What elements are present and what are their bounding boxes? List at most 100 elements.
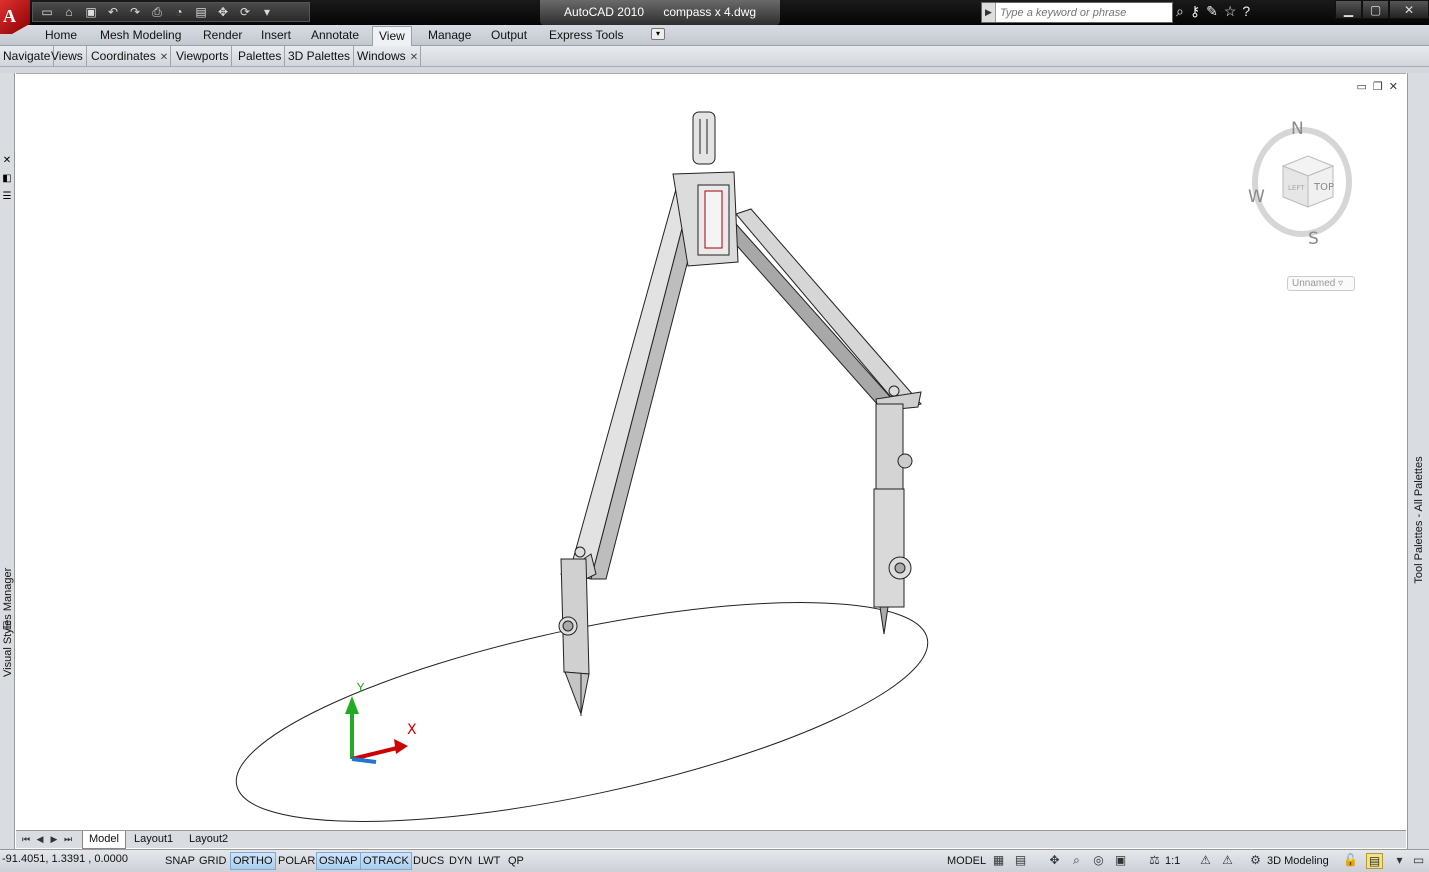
viewcube[interactable]: N W S TOP LEFT	[1248, 119, 1363, 249]
viewport-close-icon[interactable]: ✕	[1389, 80, 1398, 93]
pan-icon[interactable]: ✥	[1046, 853, 1063, 869]
annotation-scale-icon[interactable]: ⚖	[1146, 853, 1163, 869]
otrack-toggle[interactable]: OTRACK	[360, 852, 412, 870]
dropdown-icon[interactable]: ▾	[257, 4, 277, 20]
favorites-star-icon[interactable]: ☆	[1224, 3, 1237, 20]
coordinate-display[interactable]: -91.4051, 1.3391 , 0.0000	[2, 853, 128, 865]
open-icon[interactable]: ⌂	[59, 4, 79, 20]
tab-insert[interactable]: Insert	[255, 26, 297, 46]
auto-scale-icon[interactable]: ⚠	[1219, 853, 1236, 869]
zoom-icon[interactable]: ⌕	[1068, 853, 1085, 869]
steeringwheel-icon[interactable]: ◎	[1090, 853, 1107, 869]
panel-close-icon[interactable]: ✕	[410, 52, 418, 63]
tab-render[interactable]: Render	[197, 26, 248, 46]
ucs-x-label: X	[407, 722, 417, 738]
auto-hide-icon[interactable]: ◧	[1, 173, 13, 185]
panel-close-icon[interactable]: ✕	[160, 52, 168, 63]
osnap-toggle[interactable]: OSNAP	[316, 852, 361, 870]
annotation-visibility-icon[interactable]: ⚠	[1197, 853, 1214, 869]
compass-north-label[interactable]: N	[1291, 119, 1304, 139]
next-layout-icon[interactable]: ▶	[48, 833, 60, 846]
tab-model[interactable]: Model	[82, 831, 126, 849]
viewcube-cube[interactable]: TOP LEFT	[1278, 154, 1338, 209]
ucs-menu[interactable]: Unnamed ▿	[1287, 276, 1355, 291]
lwt-toggle[interactable]: LWT	[475, 852, 503, 870]
new-icon[interactable]: ▭	[37, 4, 57, 20]
tab-home[interactable]: Home	[39, 26, 83, 46]
minimize-button[interactable]: ▁	[1335, 0, 1362, 19]
binoculars-icon[interactable]: ⌕	[1176, 3, 1184, 20]
close-icon[interactable]: ✕	[1, 155, 13, 167]
infocenter-search: ▶	[981, 2, 1173, 23]
panel-3d-palettes[interactable]: 3D Palettes	[285, 46, 355, 67]
ducs-toggle[interactable]: DUCS	[410, 852, 447, 870]
properties-icon[interactable]: ☰	[1, 191, 13, 203]
search-expand-arrow-icon[interactable]: ▶	[982, 3, 996, 22]
subscription-center-icon[interactable]: ⚷	[1190, 3, 1200, 20]
ucs-name: Unnamed	[1292, 278, 1336, 289]
search-input[interactable]	[996, 6, 1166, 19]
tab-layout2[interactable]: Layout2	[183, 831, 234, 849]
tab-mesh-modeling[interactable]: Mesh Modeling	[94, 26, 187, 46]
viewport-restore-icon[interactable]: ❐	[1373, 80, 1383, 93]
viewcube-left-face[interactable]: LEFT	[1288, 184, 1305, 192]
lock-icon[interactable]: 🔓	[1342, 853, 1359, 869]
tab-annotate[interactable]: Annotate	[305, 26, 365, 46]
last-layout-icon[interactable]: ⏭	[62, 833, 74, 846]
showmotion-icon[interactable]: ▣	[1112, 853, 1129, 869]
previous-layout-icon[interactable]: ◀	[34, 833, 46, 846]
visual-style-icon: ◫	[2, 620, 12, 631]
quick-view-layouts-icon[interactable]: ▦	[990, 853, 1007, 869]
viewcube-top-face[interactable]: TOP	[1313, 182, 1334, 193]
panel-views[interactable]: Views	[48, 46, 87, 67]
compass-west-label[interactable]: W	[1248, 187, 1265, 207]
hardware-acceleration-icon[interactable]: ▤	[1366, 853, 1383, 869]
orbit-icon[interactable]: ⟳	[235, 4, 255, 20]
panel-palettes[interactable]: Palettes	[235, 46, 286, 67]
batch-plot-icon[interactable]: ▤	[191, 4, 211, 20]
tab-view[interactable]: View	[372, 26, 412, 46]
first-layout-icon[interactable]: ⏮	[20, 833, 32, 846]
tab-layout1[interactable]: Layout1	[128, 831, 179, 849]
snap-toggle[interactable]: SNAP	[162, 852, 198, 870]
save-icon[interactable]: ▣	[81, 4, 101, 20]
quick-view-drawings-icon[interactable]: ▤	[1012, 853, 1029, 869]
model-viewport[interactable]: Y X ▭ ❐ ✕ N W S TOP LEFT Unnamed ▿	[16, 73, 1406, 830]
dyn-toggle[interactable]: DYN	[446, 852, 475, 870]
ortho-toggle[interactable]: ORTHO	[230, 852, 276, 870]
close-button[interactable]: ✕	[1389, 0, 1429, 19]
tool-palettes-strip[interactable]: Tool Palettes - All Palettes	[1407, 73, 1429, 853]
workspace-gear-icon[interactable]: ⚙	[1247, 853, 1264, 869]
tab-express-tools[interactable]: Express Tools	[543, 26, 629, 46]
panel-windows-label: Windows	[357, 49, 406, 63]
chevron-down-icon: ▿	[1338, 278, 1344, 289]
status-menu-icon[interactable]: ▾	[1391, 853, 1408, 869]
pan-icon[interactable]: ✥	[213, 4, 233, 20]
plot-icon[interactable]: ⎙	[147, 4, 167, 20]
polar-toggle[interactable]: POLAR	[275, 852, 318, 870]
clean-screen-icon[interactable]: ▭	[1410, 853, 1427, 869]
panel-windows[interactable]: Windows ✕	[354, 46, 422, 67]
tab-output[interactable]: Output	[485, 26, 533, 46]
panel-coordinates[interactable]: Coordinates ✕	[88, 46, 172, 67]
undo-icon[interactable]: ↶	[103, 4, 123, 20]
redo-icon[interactable]: ↷	[125, 4, 145, 20]
ribbon-tab-bar: Home Mesh Modeling Render Insert Annotat…	[0, 25, 1429, 46]
model-space-toggle[interactable]: MODEL	[944, 852, 989, 870]
qp-toggle[interactable]: QP	[505, 852, 527, 870]
workspace-switch[interactable]: 3D Modeling	[1264, 852, 1332, 870]
grid-toggle[interactable]: GRID	[196, 852, 230, 870]
status-bar: -91.4051, 1.3391 , 0.0000 SNAP GRID ORTH…	[0, 849, 1429, 872]
panel-navigate[interactable]: Navigate	[0, 46, 55, 67]
visual-styles-manager-palette[interactable]: ✕ ◧ ☰ Visual Styles Manager ◫	[0, 73, 15, 853]
publish-icon[interactable]: ◔	[169, 4, 189, 20]
annotation-scale[interactable]: 1:1	[1162, 852, 1183, 870]
communication-center-icon[interactable]: ✎	[1206, 3, 1218, 20]
ribbon-minimize-icon[interactable]: ▾	[651, 28, 665, 40]
viewport-minimize-icon[interactable]: ▭	[1357, 80, 1367, 93]
help-icon[interactable]: ?	[1242, 3, 1250, 20]
compass-south-label[interactable]: S	[1308, 229, 1319, 249]
restore-button[interactable]: ▢	[1362, 0, 1389, 19]
panel-viewports[interactable]: Viewports	[173, 46, 233, 67]
tab-manage[interactable]: Manage	[422, 26, 477, 46]
